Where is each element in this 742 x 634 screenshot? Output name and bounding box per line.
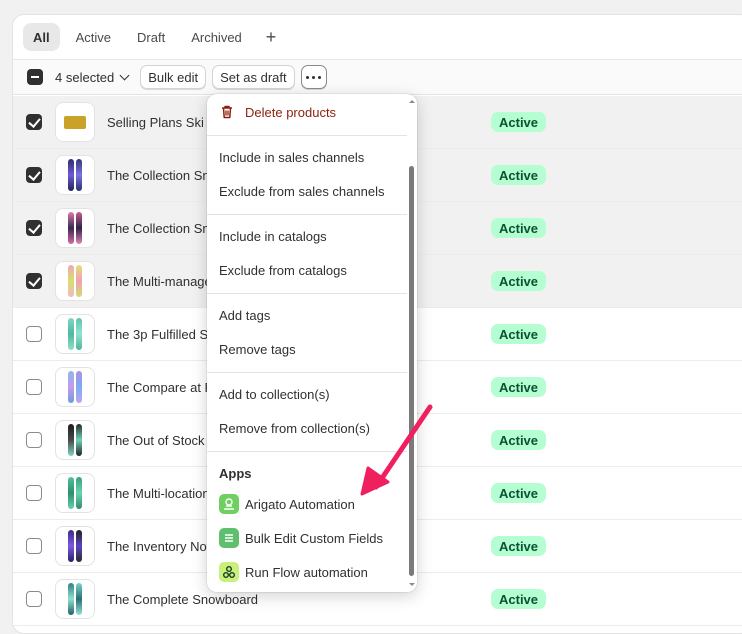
status-badge: Active bbox=[491, 218, 547, 238]
bulk-edit-button[interactable]: Bulk edit bbox=[140, 65, 207, 89]
menu-divider bbox=[207, 451, 407, 452]
product-name[interactable]: The Compare at P bbox=[107, 380, 213, 395]
row-checkbox[interactable] bbox=[26, 220, 42, 236]
status-badge: Active bbox=[491, 324, 547, 344]
menu-item-run-flow-automation[interactable]: Run Flow automation bbox=[219, 562, 368, 582]
product-name[interactable]: The Collection Sn bbox=[107, 168, 210, 183]
product-thumbnail bbox=[55, 367, 95, 407]
status-badge: Active bbox=[491, 112, 547, 132]
menu-item-label: Run Flow automation bbox=[245, 564, 368, 580]
product-thumbnail bbox=[55, 102, 95, 142]
menu-item-exclude-sales-channels[interactable]: Exclude from sales channels bbox=[219, 184, 384, 199]
set-as-draft-button[interactable]: Set as draft bbox=[212, 65, 295, 89]
menu-divider bbox=[207, 214, 407, 215]
status-badge: Active bbox=[491, 271, 547, 291]
row-checkbox[interactable] bbox=[26, 432, 42, 448]
scrollbar-thumb[interactable] bbox=[409, 166, 414, 576]
scroll-up-arrow-icon bbox=[409, 100, 415, 103]
menu-item-label: Arigato Automation bbox=[245, 496, 355, 512]
product-name[interactable]: The Out of Stock S bbox=[107, 433, 217, 448]
menu-divider bbox=[207, 372, 407, 373]
add-view-button[interactable]: + bbox=[258, 27, 285, 48]
chevron-down-icon bbox=[119, 70, 130, 80]
row-checkbox[interactable] bbox=[26, 538, 42, 554]
status-badge: Active bbox=[491, 430, 547, 450]
bulk-actions-bar: 4 selected Bulk edit Set as draft bbox=[13, 60, 742, 95]
status-badge: Active bbox=[491, 536, 547, 556]
menu-item-delete-products[interactable]: Delete products bbox=[219, 104, 336, 120]
row-checkbox[interactable] bbox=[26, 485, 42, 501]
row-checkbox[interactable] bbox=[26, 167, 42, 183]
menu-item-add-to-collection[interactable]: Add to collection(s) bbox=[219, 387, 330, 402]
product-name[interactable]: The Multi-manage bbox=[107, 274, 212, 289]
status-badge: Active bbox=[491, 377, 547, 397]
product-thumbnail bbox=[55, 526, 95, 566]
menu-divider bbox=[207, 135, 407, 136]
status-tabs: All Active Draft Archived + bbox=[13, 15, 742, 60]
ellipsis-icon bbox=[306, 75, 322, 79]
row-checkbox[interactable] bbox=[26, 326, 42, 342]
trash-icon bbox=[222, 105, 232, 119]
arigato-app-icon bbox=[219, 494, 239, 514]
product-thumbnail bbox=[55, 473, 95, 513]
menu-item-arigato-automation[interactable]: Arigato Automation bbox=[219, 494, 355, 514]
menu-scrollbar[interactable] bbox=[407, 94, 417, 592]
menu-divider bbox=[207, 293, 407, 294]
menu-item-add-tags[interactable]: Add tags bbox=[219, 308, 270, 323]
status-badge: Active bbox=[491, 483, 547, 503]
selected-count-dropdown[interactable]: 4 selected bbox=[55, 69, 130, 85]
row-checkbox[interactable] bbox=[26, 114, 42, 130]
product-name[interactable]: The 3p Fulfilled Sn bbox=[107, 327, 215, 342]
product-thumbnail bbox=[55, 208, 95, 248]
selected-count-label: 4 selected bbox=[55, 69, 115, 85]
menu-item-label: Delete products bbox=[245, 104, 337, 120]
product-name[interactable]: The Complete Snowboard bbox=[107, 592, 258, 607]
product-thumbnail bbox=[55, 579, 95, 619]
product-thumbnail bbox=[55, 314, 95, 354]
product-thumbnail bbox=[55, 420, 95, 460]
menu-item-exclude-catalogs[interactable]: Exclude from catalogs bbox=[219, 263, 347, 278]
row-checkbox[interactable] bbox=[26, 273, 42, 289]
tab-active[interactable]: Active bbox=[66, 23, 121, 51]
product-thumbnail bbox=[55, 261, 95, 301]
apps-section-heading: Apps bbox=[219, 466, 252, 481]
more-actions-button[interactable] bbox=[300, 65, 327, 89]
menu-item-remove-from-collection[interactable]: Remove from collection(s) bbox=[219, 421, 370, 436]
product-name[interactable]: The Multi-location bbox=[107, 486, 210, 501]
select-all-checkbox[interactable] bbox=[27, 69, 43, 85]
row-checkbox[interactable] bbox=[26, 591, 42, 607]
product-thumbnail bbox=[55, 155, 95, 195]
tab-draft[interactable]: Draft bbox=[127, 23, 175, 51]
menu-item-include-catalogs[interactable]: Include in catalogs bbox=[219, 229, 327, 244]
status-badge: Active bbox=[491, 589, 547, 609]
status-badge: Active bbox=[491, 165, 547, 185]
menu-item-remove-tags[interactable]: Remove tags bbox=[219, 342, 296, 357]
tab-archived[interactable]: Archived bbox=[181, 23, 252, 51]
product-name[interactable]: Selling Plans Ski W bbox=[107, 115, 220, 130]
menu-item-bulk-edit-custom-fields[interactable]: Bulk Edit Custom Fields bbox=[219, 528, 383, 548]
tab-all[interactable]: All bbox=[23, 23, 60, 51]
bulk-edit-app-icon bbox=[219, 528, 239, 548]
flow-app-icon bbox=[219, 562, 239, 582]
menu-item-include-sales-channels[interactable]: Include in sales channels bbox=[219, 150, 364, 165]
scroll-down-arrow-icon bbox=[409, 583, 415, 586]
menu-item-label: Bulk Edit Custom Fields bbox=[245, 530, 383, 546]
row-checkbox[interactable] bbox=[26, 379, 42, 395]
more-actions-menu: Delete products Include in sales channel… bbox=[207, 94, 417, 592]
product-name[interactable]: The Inventory Not bbox=[107, 539, 210, 554]
product-name[interactable]: The Collection Sn bbox=[107, 221, 210, 236]
